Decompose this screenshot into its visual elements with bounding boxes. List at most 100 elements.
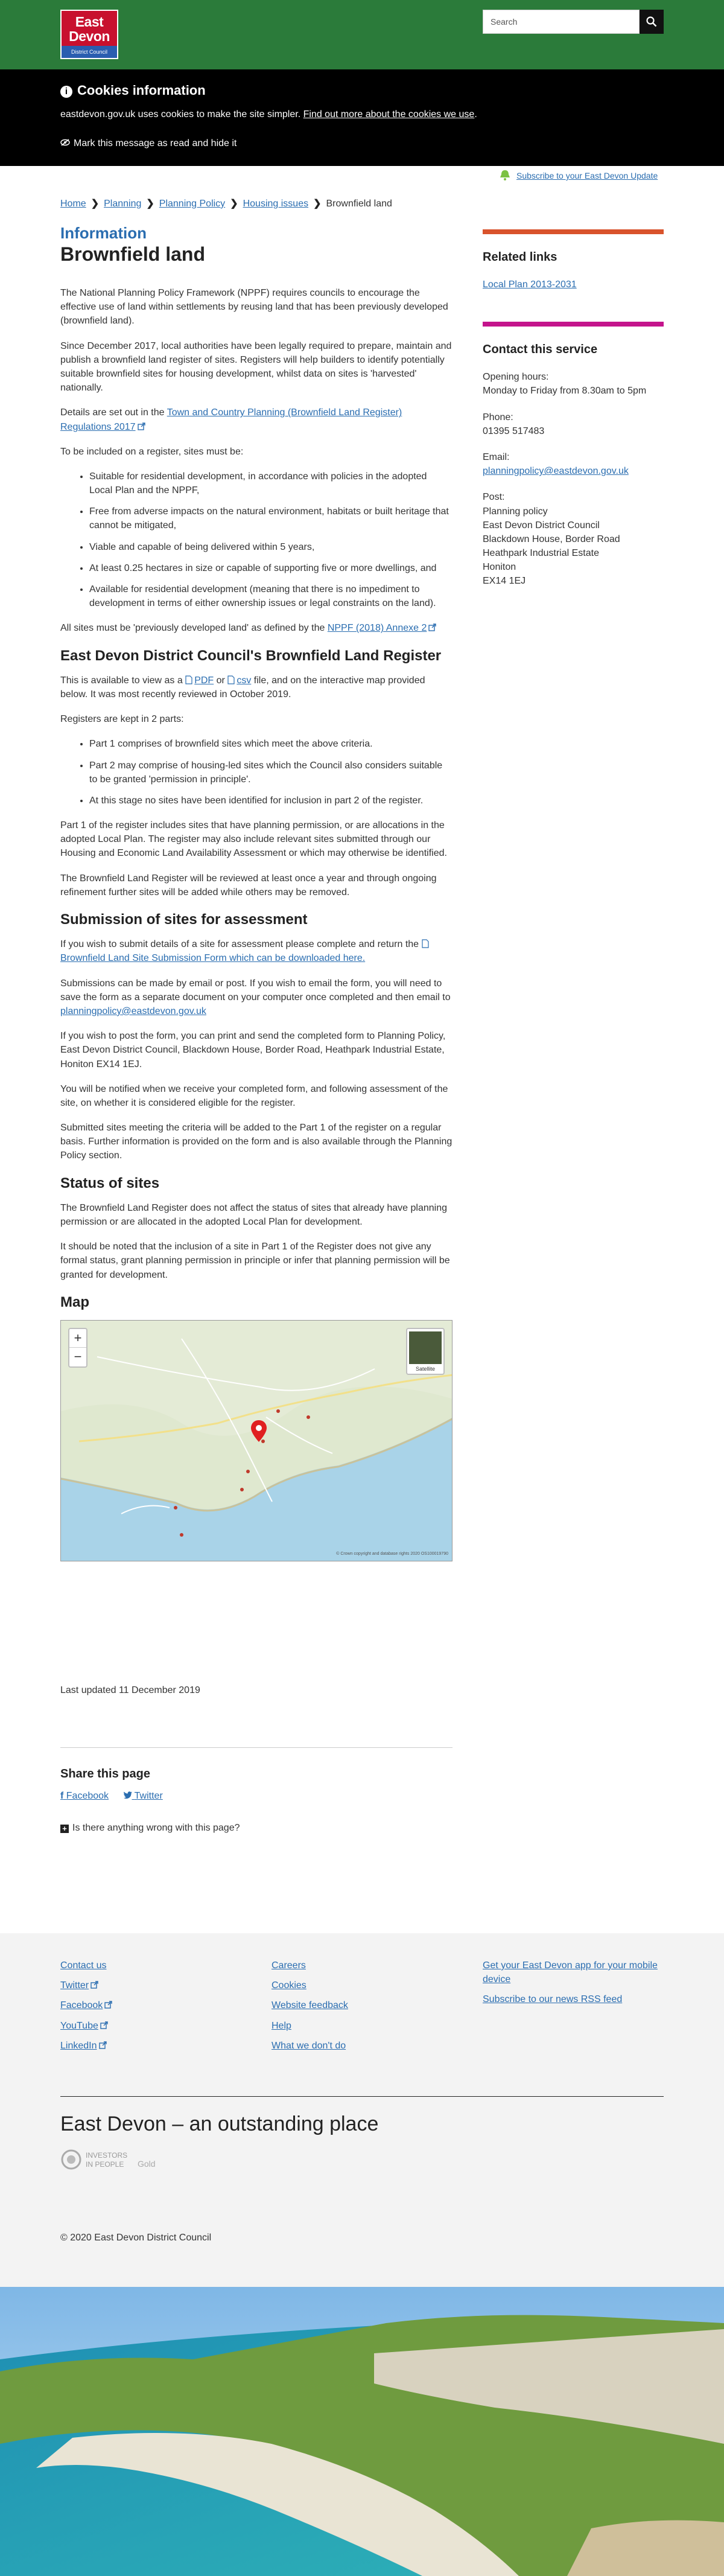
email-link[interactable]: planningpolicy@eastdevon.gov.uk bbox=[60, 1006, 206, 1016]
phone-value: 01395 517483 bbox=[483, 426, 545, 436]
list-item: At least 0.25 hectares in size or capabl… bbox=[89, 561, 453, 575]
criteria-list: Suitable for residential development, in… bbox=[60, 470, 453, 611]
share-twitter[interactable]: Twitter bbox=[123, 1791, 163, 1801]
paragraph: It should be noted that the inclusion of… bbox=[60, 1242, 450, 1280]
address-line: East Devon District Council bbox=[483, 520, 600, 531]
submission-heading: Submission of sites for assessment bbox=[60, 911, 308, 928]
list-item: Available for residential development (m… bbox=[89, 582, 453, 610]
hours-value: Monday to Friday from 8.30am to 5pm bbox=[483, 386, 647, 397]
subscribe-link[interactable]: Subscribe to your East Devon Update bbox=[516, 171, 658, 180]
subscribe-link-wrap: Subscribe to your East Devon Update bbox=[498, 169, 658, 182]
site-header: East Devon District Council Search bbox=[0, 0, 724, 69]
footer-feedback[interactable]: Website feedback bbox=[272, 1998, 348, 2012]
zoom-in-button[interactable]: + bbox=[69, 1329, 86, 1348]
breadcrumb: Home ❯ Planning ❯ Planning Policy ❯ Housing is… bbox=[60, 197, 392, 211]
footer-cookies[interactable]: Cookies bbox=[272, 1978, 348, 1992]
pdf-link[interactable]: PDF bbox=[185, 675, 214, 686]
email-label: Email: bbox=[483, 451, 510, 462]
address-line: Honiton bbox=[483, 562, 516, 573]
map-marker-icon[interactable] bbox=[251, 1420, 267, 1442]
register-heading: East Devon District Council's Brownfield… bbox=[60, 647, 442, 664]
satellite-thumbnail bbox=[409, 1331, 442, 1364]
cookie-text-suffix: . bbox=[474, 109, 477, 120]
iip-gold: Gold bbox=[138, 2159, 156, 2169]
footer-twitter[interactable]: Twitter bbox=[60, 1978, 112, 1992]
sidebar: Related links Local Plan 2013-2031 Conta… bbox=[483, 229, 664, 601]
footer-col-3: Get your East Devon app for your mobile … bbox=[483, 1959, 664, 2013]
related-link-local-plan[interactable]: Local Plan 2013-2031 bbox=[483, 279, 577, 290]
paragraph: If you wish to post the form, you can pr… bbox=[60, 1031, 446, 1070]
map-zoom-controls: + − bbox=[68, 1327, 87, 1368]
search-input[interactable]: Search bbox=[483, 10, 640, 34]
chevron-right-icon: ❯ bbox=[313, 199, 322, 209]
last-updated: Last updated 11 December 2019 bbox=[60, 1685, 200, 1695]
cookie-policy-link[interactable]: Find out more about the cookies we use bbox=[303, 109, 475, 120]
footer-youtube-label: YouTube bbox=[60, 2020, 98, 2031]
related-links: Local Plan 2013-2031 bbox=[483, 278, 664, 292]
breadcrumb-current: Brownfield land bbox=[326, 199, 392, 209]
opening-hours: Opening hours: Monday to Friday from 8.30… bbox=[483, 370, 664, 398]
footer-tagline: East Devon – an outstanding place bbox=[60, 2096, 664, 2139]
paragraph: If you wish to submit details of a site … bbox=[60, 937, 453, 965]
footer-help[interactable]: Help bbox=[272, 2019, 348, 2033]
hide-cookie-message[interactable]: Mark this message as read and hide it bbox=[60, 137, 237, 150]
footer-what-we-dont-do[interactable]: What we don't do bbox=[272, 2039, 348, 2053]
hours-label: Opening hours: bbox=[483, 372, 549, 383]
main-content: Information Brownfield land The National… bbox=[60, 223, 453, 1561]
eye-slash-icon bbox=[60, 138, 70, 148]
paragraph: Submissions can be made by email or post… bbox=[60, 977, 453, 1019]
paragraph: The Brownfield Land Register does not af… bbox=[60, 1202, 447, 1227]
paragraph-text: This is available to view as a bbox=[60, 675, 186, 686]
breadcrumb-planning[interactable]: Planning bbox=[104, 197, 141, 211]
facebook-icon: f bbox=[60, 1791, 64, 1801]
share-facebook[interactable]: f Facebook bbox=[60, 1791, 109, 1801]
zoom-out-button[interactable]: − bbox=[69, 1348, 86, 1366]
paragraph-text: If you wish to submit details of a site … bbox=[60, 939, 422, 950]
footer-contact-us[interactable]: Contact us bbox=[60, 1959, 112, 1972]
report-problem-toggle[interactable]: + Is there anything wrong with this page? bbox=[60, 1822, 240, 1835]
phone-label: Phone: bbox=[483, 412, 513, 422]
paragraph-text: Details are set out in the bbox=[60, 407, 167, 418]
external-link-icon bbox=[98, 2041, 107, 2049]
divider bbox=[60, 1747, 453, 1748]
footer-linkedin[interactable]: LinkedIn bbox=[60, 2039, 112, 2053]
page-kicker: Information bbox=[60, 224, 147, 242]
logo-line1: East bbox=[75, 14, 104, 30]
breadcrumb-housing-issues[interactable]: Housing issues bbox=[243, 197, 309, 211]
list-item: At this stage no sites have been identif… bbox=[89, 794, 453, 808]
footer-rss-link[interactable]: Subscribe to our news RSS feed bbox=[483, 1992, 664, 2006]
footer-youtube[interactable]: YouTube bbox=[60, 2019, 112, 2033]
parts-list: Part 1 comprises of brownfield sites whi… bbox=[60, 737, 453, 808]
email-link[interactable]: planningpolicy@eastdevon.gov.uk bbox=[483, 466, 629, 476]
paragraph: This is available to view as a PDF or cs… bbox=[60, 674, 453, 701]
footer-linkedin-label: LinkedIn bbox=[60, 2040, 97, 2051]
pdf-file-icon bbox=[185, 675, 192, 684]
paragraph: To be included on a register, sites must… bbox=[60, 446, 244, 457]
chevron-right-icon: ❯ bbox=[230, 199, 238, 209]
nppf-link[interactable]: NPPF (2018) Annexe 2 bbox=[328, 623, 437, 633]
search-icon bbox=[646, 16, 657, 27]
intro-paragraph: The National Planning Policy Framework (… bbox=[60, 288, 448, 327]
submission-form-link-text: Brownfield Land Site Submission Form whi… bbox=[60, 953, 366, 964]
satellite-toggle[interactable]: Satellite bbox=[406, 1327, 445, 1375]
share-facebook-label: Facebook bbox=[66, 1791, 109, 1801]
share-twitter-label: Twitter bbox=[134, 1791, 163, 1801]
report-problem-label: Is there anything wrong with this page? bbox=[72, 1823, 240, 1833]
copyright: © 2020 East Devon District Council bbox=[60, 2233, 212, 2243]
contact-title: Contact this service bbox=[483, 343, 598, 357]
interactive-map[interactable]: + − Satellite © Crown copyright and data… bbox=[60, 1319, 453, 1561]
breadcrumb-home[interactable]: Home bbox=[60, 197, 86, 211]
search-button[interactable] bbox=[640, 10, 664, 34]
csv-link[interactable]: csv bbox=[227, 675, 251, 686]
paragraph-text: All sites must be 'previously developed … bbox=[60, 623, 328, 634]
subscribe-icon bbox=[500, 170, 510, 180]
footer-facebook[interactable]: Facebook bbox=[60, 1998, 112, 2012]
coastal-photo bbox=[0, 2287, 724, 2576]
footer-app-link[interactable]: Get your East Devon app for your mobile … bbox=[483, 1959, 664, 1986]
paragraph-text: Submissions can be made by email or post… bbox=[60, 978, 451, 1003]
paragraph-text: or bbox=[214, 675, 228, 686]
site-logo[interactable]: East Devon District Council bbox=[60, 10, 118, 59]
footer-careers[interactable]: Careers bbox=[272, 1959, 348, 1972]
breadcrumb-planning-policy[interactable]: Planning Policy bbox=[159, 197, 225, 211]
list-item: Viable and capable of being delivered wi… bbox=[89, 540, 453, 554]
